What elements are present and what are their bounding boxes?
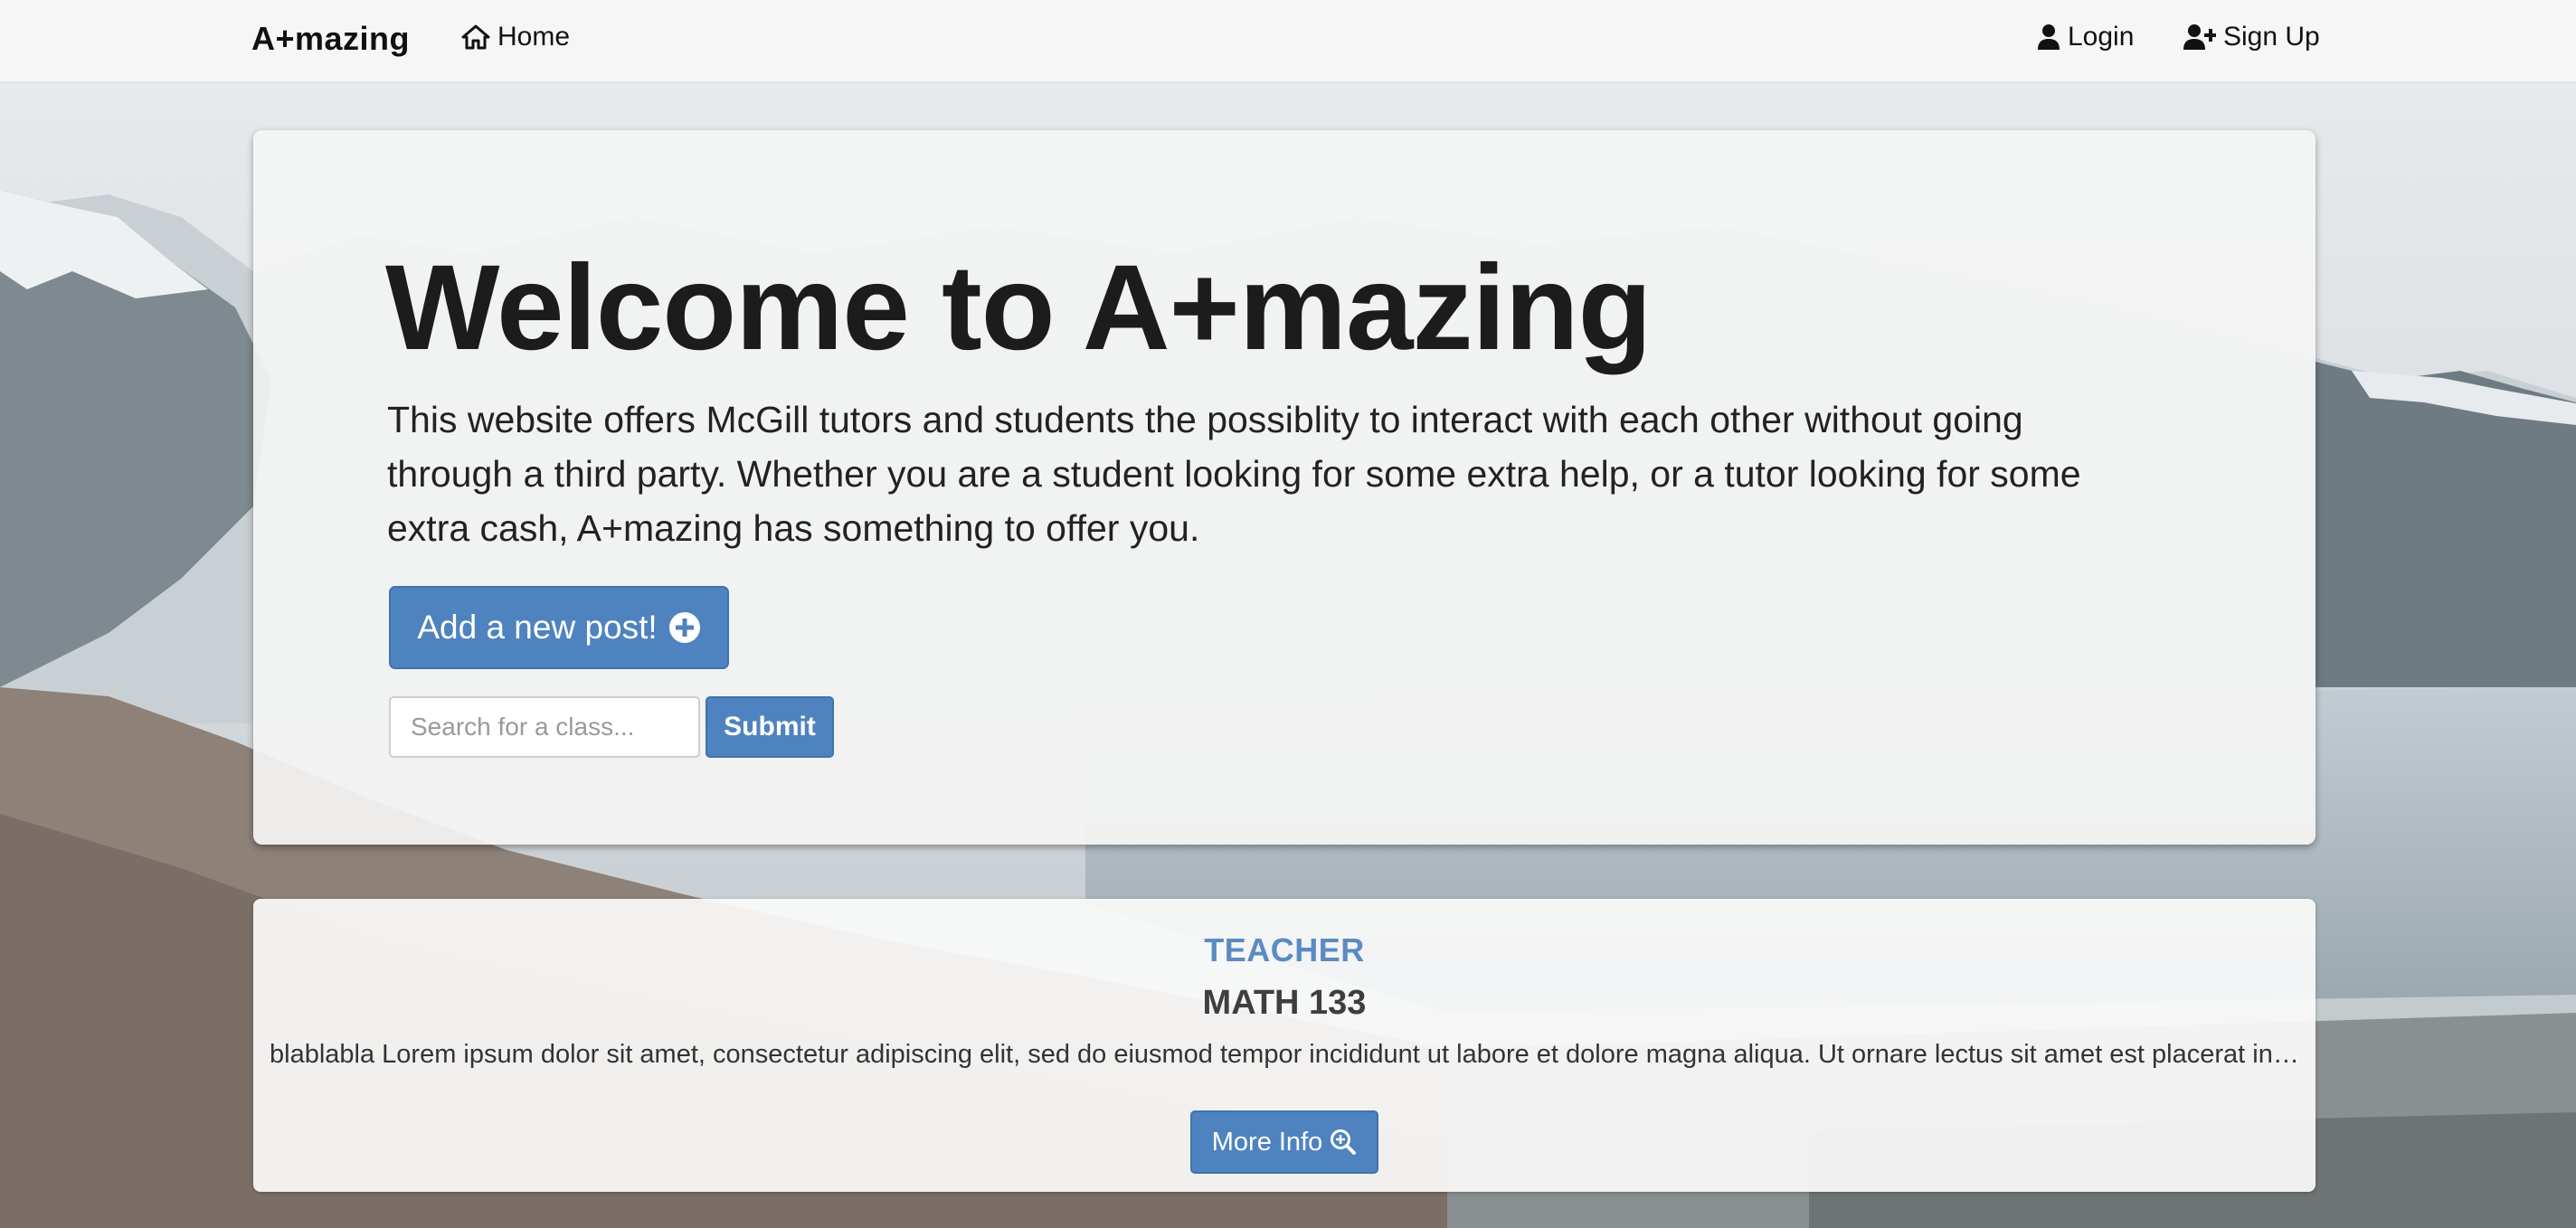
add-post-button[interactable]: Add a new post! [389,586,729,669]
more-info-button[interactable]: More Info [1190,1110,1378,1174]
home-icon [461,24,490,50]
welcome-title: Welcome to A+mazing [385,241,1652,375]
search-submit-button[interactable]: Submit [706,696,834,758]
welcome-jumbotron: Welcome to A+mazing This website offers … [253,130,2316,845]
brand-logo[interactable]: A+mazing [251,20,410,58]
post-description: blablabla Lorem ipsum dolor sit amet, co… [270,1040,2299,1069]
nav-signup-link[interactable]: Sign Up [2183,22,2320,52]
search-plus-icon [1331,1129,1357,1155]
plus-circle-icon [668,612,700,643]
nav-home-label: Home [497,22,571,52]
nav-home-link[interactable]: Home [461,22,570,52]
post-role: TEACHER [1204,931,1365,968]
welcome-description: This website offers McGill tutors and st… [387,399,2081,549]
nav-signup-label: Sign Up [2223,22,2320,52]
class-search-input[interactable] [389,696,700,758]
nav-login-link[interactable]: Login [2037,22,2134,52]
nav-login-label: Login [2068,22,2135,52]
add-post-label: Add a new post! [417,609,658,646]
post-class-name: MATH 133 [1202,984,1367,1022]
more-info-label: More Info [1211,1127,1323,1157]
top-navbar: A+mazing Home Login Sign Up [0,0,2576,83]
post-card: TEACHER MATH 133 blablabla Lorem ipsum d… [253,899,2316,1192]
user-plus-icon [2183,24,2216,50]
user-icon [2038,24,2060,50]
